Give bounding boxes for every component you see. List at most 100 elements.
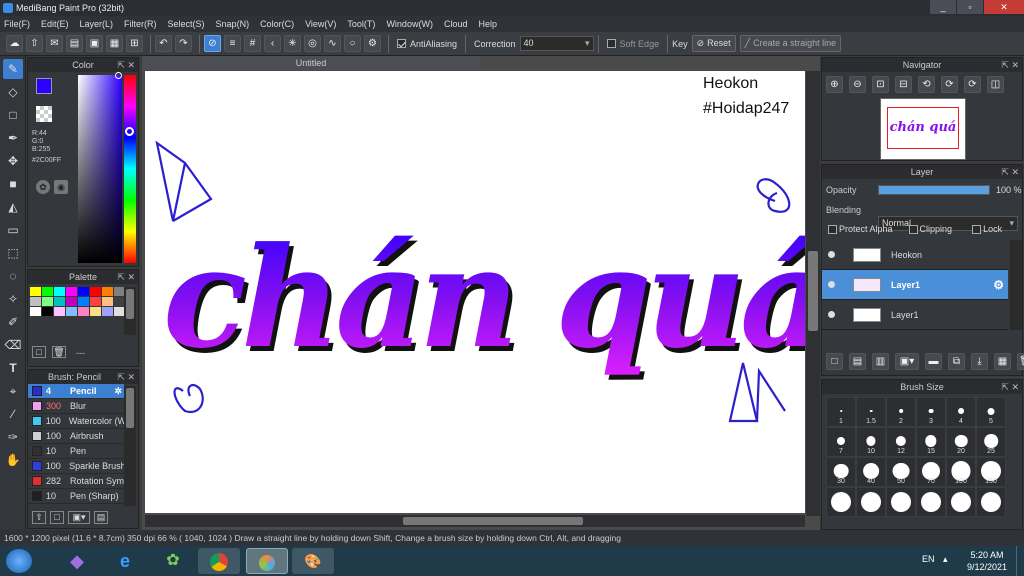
palette-swatch[interactable]: [102, 287, 113, 296]
gradient-tool-icon[interactable]: ▭: [3, 220, 23, 240]
fill-tool-icon[interactable]: ◭: [3, 197, 23, 217]
visibility-eye-icon[interactable]: [828, 251, 835, 258]
brush-row[interactable]: 100 Watercolor (W: [28, 414, 124, 429]
menu-help[interactable]: Help: [478, 19, 497, 29]
move-tool-icon[interactable]: ✥: [3, 151, 23, 171]
brush-size-cell[interactable]: 100: [946, 457, 976, 487]
save-icon[interactable]: ▣: [86, 35, 103, 52]
visibility-eye-icon[interactable]: [828, 311, 835, 318]
palette-swatch[interactable]: [90, 287, 101, 296]
opacity-slider[interactable]: [878, 185, 990, 195]
internet-explorer-icon[interactable]: e: [104, 548, 146, 574]
brush-row[interactable]: 10 Pen: [28, 444, 124, 459]
eyedropper-tool-icon[interactable]: ✑: [3, 427, 23, 447]
new-layer-icon[interactable]: □: [826, 353, 843, 370]
share-icon[interactable]: ⇧: [26, 35, 43, 52]
panel-close-icon[interactable]: ⇱ ✕: [1001, 380, 1019, 394]
brush-size-cell[interactable]: [826, 487, 856, 517]
radial-snap-icon[interactable]: ✳: [284, 35, 301, 52]
document-tab[interactable]: Untitled: [142, 56, 480, 70]
brush-size-cell[interactable]: 4: [946, 397, 976, 427]
menu-tool[interactable]: Tool(T): [347, 19, 375, 29]
correction-select[interactable]: 40: [519, 36, 594, 51]
merge-down-icon[interactable]: ⤓: [971, 353, 988, 370]
saturation-value-picker[interactable]: [78, 75, 122, 263]
undo-icon[interactable]: ↶: [155, 35, 172, 52]
palette-swatch[interactable]: [90, 297, 101, 306]
perspective-snap-icon[interactable]: ‹: [264, 35, 281, 52]
brush-size-cell[interactable]: [916, 487, 946, 517]
foreground-color-swatch[interactable]: [36, 78, 52, 94]
brush-size-cell[interactable]: 1: [826, 397, 856, 427]
duplicate-layer-icon[interactable]: ⧉: [948, 353, 965, 370]
eraser-tool-icon[interactable]: ◇: [3, 82, 23, 102]
medibang-taskbar-icon[interactable]: [246, 548, 288, 574]
menu-window[interactable]: Window(W): [386, 19, 433, 29]
parallel-snap-icon[interactable]: ≡: [224, 35, 241, 52]
drawing-canvas[interactable]: chán quá chán quá Heokon #Hoidap247: [145, 71, 805, 513]
brush-size-cell[interactable]: [946, 487, 976, 517]
visibility-eye-icon[interactable]: [828, 281, 835, 288]
curve-snap-icon[interactable]: ∿: [324, 35, 341, 52]
brush-row[interactable]: 10 Pen (Sharp): [28, 489, 124, 504]
navigator-preview[interactable]: chán quá: [880, 98, 966, 160]
palette-swatch[interactable]: [78, 297, 89, 306]
brush-size-cell[interactable]: 3: [916, 397, 946, 427]
export-icon[interactable]: ⊞: [126, 35, 143, 52]
palette-swatch[interactable]: [54, 297, 65, 306]
redo-icon[interactable]: ↷: [175, 35, 192, 52]
delete-palette-icon[interactable]: 🗑: [52, 346, 66, 358]
palette-swatch[interactable]: [42, 297, 53, 306]
brush-size-cell[interactable]: [886, 487, 916, 517]
brush-size-cell[interactable]: 20: [946, 427, 976, 457]
hue-slider[interactable]: [124, 75, 136, 263]
menu-edit[interactable]: Edit(E): [41, 19, 69, 29]
layer-row-selected[interactable]: Layer1 ⚙: [822, 270, 1008, 300]
menu-view[interactable]: View(V): [305, 19, 336, 29]
brush-size-cell[interactable]: 40: [856, 457, 886, 487]
new-layer-1bit-icon[interactable]: ▥: [872, 353, 889, 370]
layer-row[interactable]: Heokon: [822, 240, 1008, 270]
transparent-swatch[interactable]: [36, 106, 52, 122]
brush-size-cell[interactable]: 7: [826, 427, 856, 457]
add-brush-menu-icon[interactable]: ▣▾: [68, 511, 90, 524]
vertical-scrollbar[interactable]: [806, 71, 820, 516]
panel-close-icon[interactable]: ⇱ ✕: [117, 270, 135, 284]
palette-swatch[interactable]: [30, 297, 41, 306]
color-picker-icon[interactable]: ◉: [54, 180, 68, 194]
brush-size-cell[interactable]: 10: [856, 427, 886, 457]
palette-swatch[interactable]: [30, 287, 41, 296]
palette-swatch[interactable]: [54, 287, 65, 296]
panel-close-icon[interactable]: ⇱ ✕: [117, 370, 135, 384]
divide-tool-icon[interactable]: ∕: [3, 404, 23, 424]
chrome-icon[interactable]: [198, 548, 240, 574]
select-eraser-tool-icon[interactable]: ⌫: [3, 335, 23, 355]
lock-checkbox[interactable]: [972, 224, 982, 234]
snap-off-icon[interactable]: ⊘: [204, 35, 221, 52]
circle-snap-icon[interactable]: ◎: [304, 35, 321, 52]
palette-scrollbar[interactable]: [124, 287, 136, 335]
magic-wand-tool-icon[interactable]: ✧: [3, 289, 23, 309]
visual-studio-icon[interactable]: ◆: [56, 548, 98, 574]
palette-swatch[interactable]: [66, 297, 77, 306]
dot-tool-icon[interactable]: □: [3, 105, 23, 125]
folder-icon[interactable]: ▬: [925, 353, 942, 370]
protect-alpha-checkbox[interactable]: [828, 224, 837, 234]
brush-row[interactable]: 100 Airbrush: [28, 429, 124, 444]
soft-edge-checkbox[interactable]: [606, 39, 616, 48]
clock[interactable]: 5:20 AM 9/12/2021: [966, 549, 1008, 573]
brush-size-cell[interactable]: 12: [886, 427, 916, 457]
brush-size-cell[interactable]: 1.5: [856, 397, 886, 427]
page-icon[interactable]: ▤: [66, 35, 83, 52]
maximize-button[interactable]: ▫: [957, 0, 983, 14]
navigator-viewport[interactable]: chán quá: [887, 107, 959, 149]
brush-row[interactable]: 4 Pencil ✲: [28, 384, 124, 399]
grid-snap-icon[interactable]: #: [244, 35, 261, 52]
menu-filter[interactable]: Filter(R): [124, 19, 157, 29]
show-desktop-button[interactable]: [1016, 546, 1024, 576]
cloud-icon[interactable]: ☁: [6, 35, 23, 52]
layer-scrollbar[interactable]: [1010, 240, 1022, 330]
comment-icon[interactable]: ✉: [46, 35, 63, 52]
brush-row[interactable]: 282 Rotation Sym: [28, 474, 124, 489]
pen-tool-icon[interactable]: ✒: [3, 128, 23, 148]
